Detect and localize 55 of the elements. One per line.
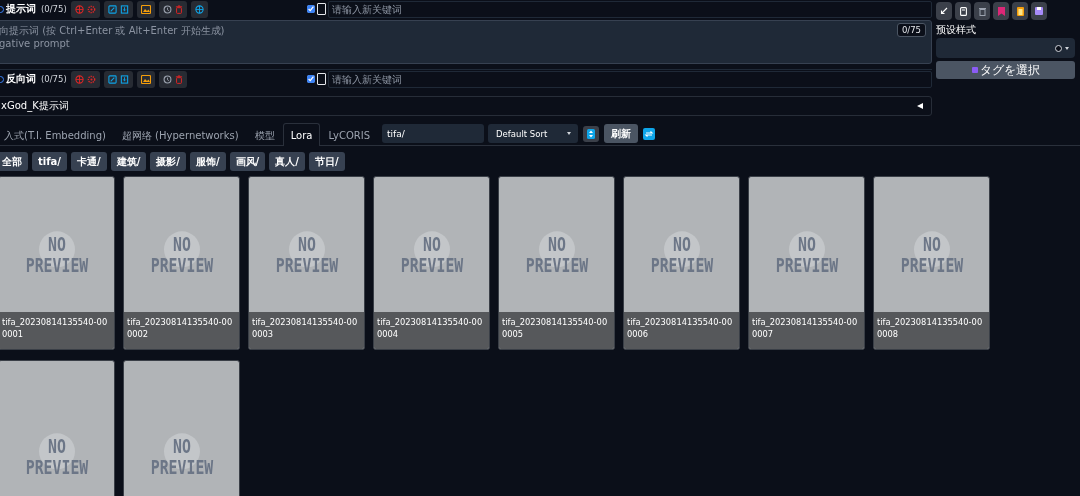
filter-button[interactable]: 节日/: [308, 152, 345, 171]
tab[interactable]: 超网络 (Hypernetworks): [113, 124, 247, 146]
filter-button[interactable]: 服饰/: [189, 152, 226, 171]
lora-card[interactable]: NO PREVIEW tifa_20230814135540-000008: [873, 176, 990, 350]
sort-dropdown[interactable]: Default Sort: [488, 124, 579, 143]
lora-card[interactable]: NO PREVIEW tifa_20230814135540-000002: [123, 176, 240, 350]
search-field[interactable]: tifa/: [382, 124, 485, 143]
refresh-button[interactable]: 刷新: [604, 124, 639, 143]
card-title: tifa_20230814135540-000001: [0, 312, 114, 349]
filter-button[interactable]: 真人/: [269, 152, 305, 171]
card-title: tifa_20230814135540-000004: [374, 312, 489, 349]
no-preview-text: NO PREVIEW: [149, 233, 214, 276]
tab[interactable]: 入式(T.I. Embedding): [0, 124, 114, 146]
card-title: tifa_20230814135540-000006: [624, 312, 739, 349]
no-preview-text: NO PREVIEW: [649, 233, 714, 276]
tab[interactable]: 模型: [246, 124, 283, 146]
section-title: xGod_K提示词: [1, 99, 69, 113]
token-count: (0/75): [41, 4, 67, 14]
accordion-header[interactable]: xGod_K提示词: [0, 96, 932, 116]
lora-card[interactable]: NO PREVIEW tifa_20230814135540-000007: [748, 176, 865, 350]
no-preview-text: NO PREVIEW: [274, 233, 339, 276]
keyword-field[interactable]: 请输入新关键词: [327, 70, 932, 88]
card-title: tifa_20230814135540-000008: [874, 312, 989, 349]
tab[interactable]: Lora: [282, 123, 321, 146]
no-preview-text: NO PREVIEW: [24, 436, 89, 478]
lora-card[interactable]: NO PREVIEW tifa_20230814135540-000001: [0, 176, 115, 350]
prompt-label: 反向词: [6, 72, 36, 86]
filter-button[interactable]: 建筑/: [110, 152, 147, 171]
filter-button[interactable]: 全部: [0, 152, 28, 171]
card-title: tifa_20230814135540-000002: [124, 312, 239, 349]
token-count: (0/75): [41, 74, 67, 84]
lora-card[interactable]: NO PREVIEW tifa_20230814135540-000004: [373, 176, 490, 350]
no-preview-text: NO PREVIEW: [899, 233, 964, 276]
filter-button[interactable]: 摄影/: [150, 152, 186, 171]
card-title: tifa_20230814135540-000007: [749, 312, 864, 349]
styles-label: 预设样式: [936, 23, 977, 37]
filter-button[interactable]: 画风/: [229, 152, 266, 171]
tag-select-button[interactable]: タグを選択: [936, 61, 1075, 79]
lora-card[interactable]: NO PREVIEW tifa_20230814135540-000006: [623, 176, 740, 350]
no-preview-text: NO PREVIEW: [24, 233, 89, 276]
sort-value: Default Sort: [496, 128, 548, 139]
filter-button[interactable]: 卡通/: [70, 152, 107, 171]
no-preview-text: NO PREVIEW: [774, 233, 839, 276]
tab[interactable]: LyCORIS: [320, 124, 379, 146]
keyword-field[interactable]: 请输入新关键词: [327, 0, 932, 18]
no-preview-text: NO PREVIEW: [399, 233, 464, 276]
lora-card[interactable]: NO PREVIEW tifa_20230814135540-000003: [248, 176, 365, 350]
lora-card[interactable]: NO PREVIEW tifa_20230814135540-000005: [498, 176, 615, 350]
prompt-label: 提示词: [6, 2, 36, 16]
token-counter: 0/75: [896, 23, 926, 37]
filter-button[interactable]: tifa/: [32, 152, 67, 171]
card-title: tifa_20230814135540-000005: [499, 312, 614, 349]
card-title: tifa_20230814135540-000003: [249, 312, 364, 349]
no-preview-text: NO PREVIEW: [524, 233, 589, 276]
no-preview-text: NO PREVIEW: [149, 436, 214, 478]
